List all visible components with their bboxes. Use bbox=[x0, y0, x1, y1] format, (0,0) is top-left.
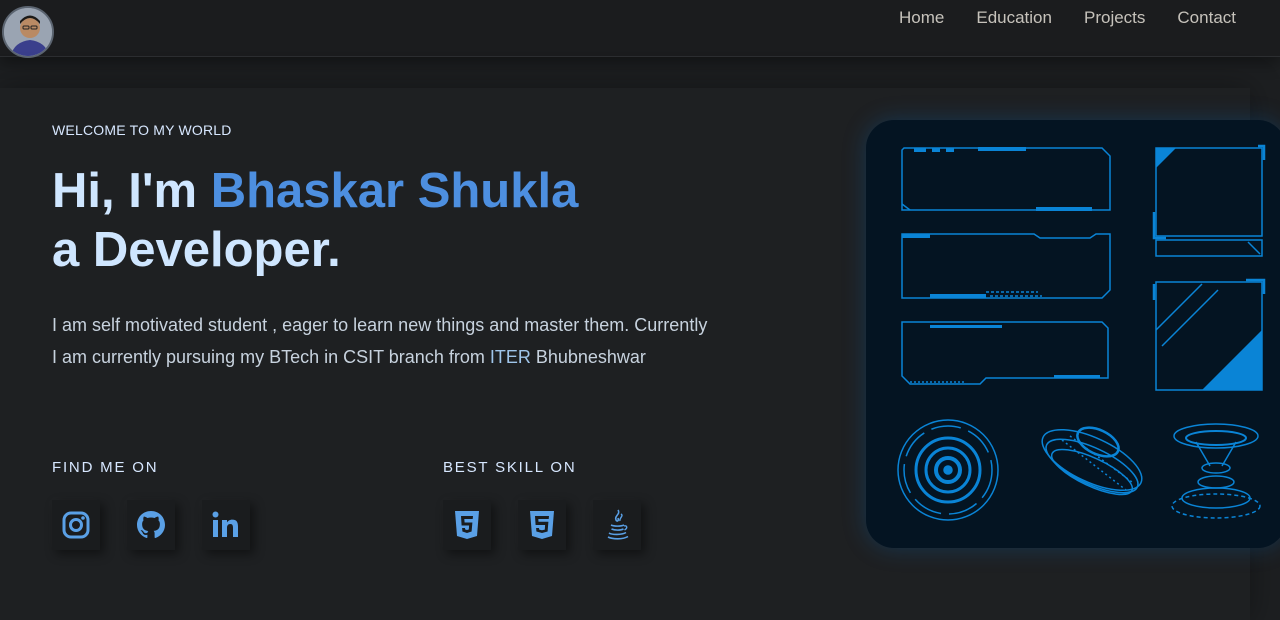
instagram-icon bbox=[62, 511, 90, 539]
avatar[interactable] bbox=[2, 6, 54, 58]
greeting-text: Hi, I'm bbox=[52, 164, 211, 218]
hud-graphic bbox=[897, 144, 1266, 521]
nav-education[interactable]: Education bbox=[976, 8, 1052, 28]
navbar: Home Education Projects Contact bbox=[0, 0, 1280, 58]
page-title: Hi, I'm Bhaskar Shukla a Developer. bbox=[52, 162, 578, 280]
java-icon bbox=[607, 509, 629, 540]
name-text: Bhaskar Shukla bbox=[210, 164, 579, 218]
nav-contact[interactable]: Contact bbox=[1177, 8, 1236, 28]
linkedin-button[interactable] bbox=[202, 500, 250, 550]
find-me-label: FIND ME ON bbox=[52, 459, 159, 476]
nav-home[interactable]: Home bbox=[899, 8, 944, 28]
nav-projects[interactable]: Projects bbox=[1084, 8, 1145, 28]
intro-paragraph: I am self motivated student , eager to l… bbox=[52, 309, 712, 373]
java-skill[interactable] bbox=[593, 500, 641, 550]
github-button[interactable] bbox=[127, 500, 175, 550]
best-skill-label: BEST SKILL ON bbox=[443, 459, 577, 476]
github-icon bbox=[137, 511, 165, 539]
intro-text-end: Bhubneshwar bbox=[530, 347, 646, 367]
iter-text: ITER bbox=[489, 347, 531, 367]
html5-icon bbox=[455, 511, 479, 539]
role-text: a Developer. bbox=[52, 223, 341, 277]
hud-illustration bbox=[866, 120, 1280, 548]
css3-skill[interactable] bbox=[518, 500, 566, 550]
html5-skill[interactable] bbox=[443, 500, 491, 550]
nav-links: Home Education Projects Contact bbox=[899, 8, 1236, 28]
welcome-text: WELCOME TO MY WORLD bbox=[52, 122, 232, 138]
css3-icon bbox=[530, 511, 554, 539]
instagram-button[interactable] bbox=[52, 500, 100, 550]
linkedin-icon bbox=[212, 511, 238, 537]
